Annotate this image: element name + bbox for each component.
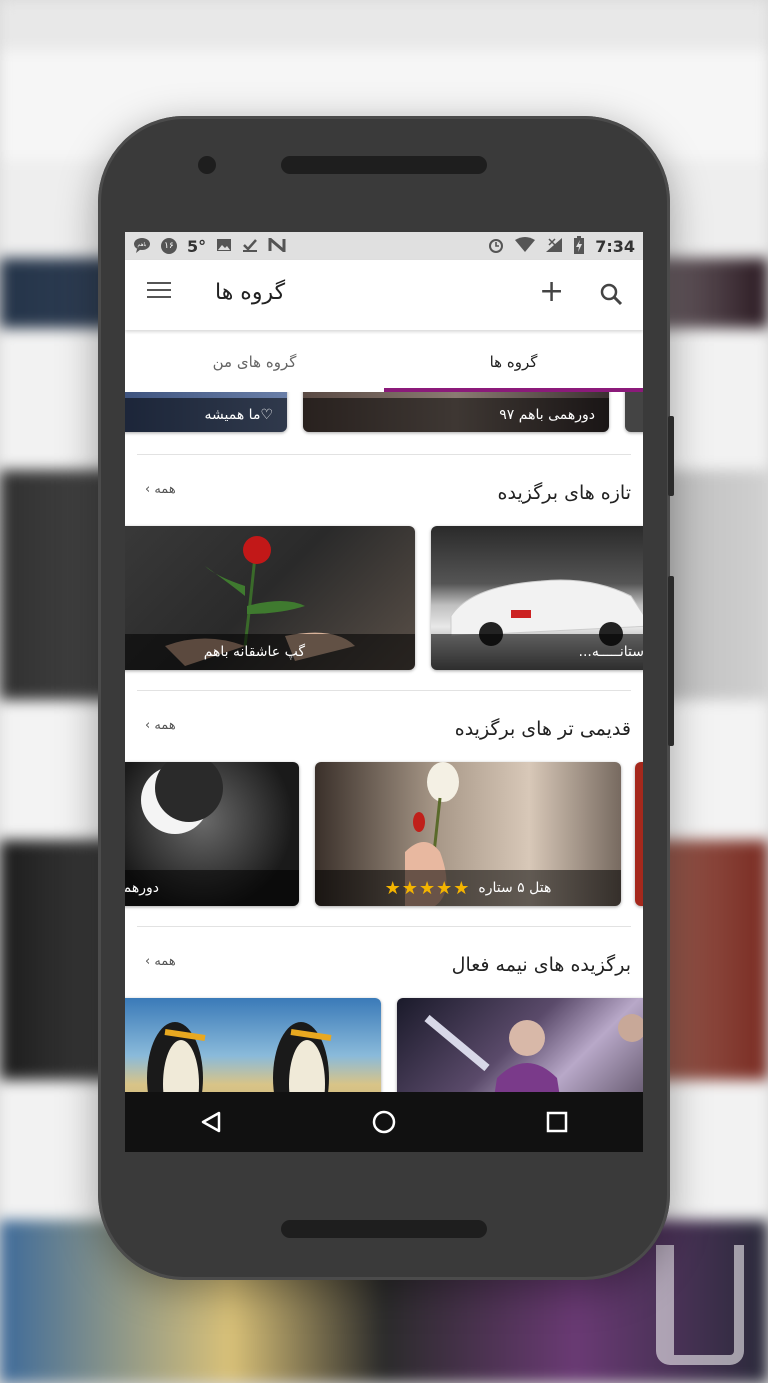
group-card[interactable] — [397, 998, 643, 1092]
tab-bar: گروه های من گروه ها — [125, 332, 643, 392]
penguins-image — [147, 1022, 332, 1092]
group-card-caption: دورهمی باهم ۹۷ — [303, 398, 609, 432]
section-title: قدیمی تر های برگزیده — [454, 718, 631, 740]
group-card-caption: دورهمی — [125, 870, 299, 906]
group-card[interactable]: دورهمی — [125, 762, 299, 906]
clock: 7:34 — [595, 236, 635, 256]
group-card[interactable]: ♡ما همیشه — [125, 392, 287, 432]
see-all-link[interactable]: همه › — [145, 482, 176, 497]
front-camera — [198, 156, 216, 174]
group-card-caption: دوستانـــــه... — [431, 634, 643, 670]
group-card-caption: هتل ۵ ستاره ★★★★★ — [315, 870, 621, 906]
rating-stars: ★★★★★ — [384, 877, 471, 899]
group-card-caption: گپ عاشقانه باهم — [125, 634, 415, 670]
group-card[interactable]: هتل ۵ ستاره ★★★★★ — [315, 762, 621, 906]
app-screen: باهم ۱۶ 5° 7:34 گروه ها + گروه های من گر… — [125, 232, 643, 1152]
tab-groups[interactable]: گروه ها — [384, 332, 643, 392]
hotel-caption: هتل ۵ ستاره — [478, 880, 552, 896]
status-bar: باهم ۱۶ 5° 7:34 — [125, 232, 643, 260]
page-title: گروه ها — [215, 280, 286, 305]
back-icon[interactable] — [191, 1102, 231, 1142]
tab-indicator — [384, 388, 643, 392]
groups-feed: دورهمی باهم ۹۷ ♡ما همیشه تازه های برگزید… — [125, 392, 643, 1092]
group-card[interactable] — [635, 762, 643, 906]
see-all-link[interactable]: همه › — [145, 954, 176, 969]
section-divider — [137, 926, 631, 927]
see-all-link[interactable]: همه › — [145, 718, 176, 733]
app-toolbar: گروه ها + — [125, 260, 643, 330]
group-card-caption: ♡ما همیشه — [125, 398, 287, 432]
volume-button — [668, 416, 674, 496]
group-card[interactable]: گپ عاشقانه باهم — [125, 526, 415, 670]
menu-icon[interactable] — [147, 282, 171, 300]
section-divider — [137, 690, 631, 691]
battery-charging-icon — [573, 235, 585, 257]
download-done-icon — [242, 238, 258, 255]
navigation-bar — [125, 1092, 643, 1152]
recents-icon[interactable] — [537, 1102, 577, 1142]
svg-text:باهم: باهم — [138, 242, 147, 248]
group-card[interactable]: دورهمی باهم ۹۷ — [303, 392, 609, 432]
power-button — [668, 576, 674, 746]
people-image — [424, 1014, 643, 1092]
image-icon — [216, 238, 232, 255]
group-card[interactable] — [625, 392, 643, 432]
app-store-logo — [656, 1245, 744, 1365]
section-title: برگزیده های نیمه فعال — [451, 954, 631, 976]
section-title: تازه های برگزیده — [497, 482, 631, 504]
temperature-label: 5° — [187, 236, 207, 256]
plus-icon[interactable]: + — [539, 274, 564, 309]
wifi-icon — [515, 236, 536, 256]
group-card[interactable]: دوستانـــــه... — [431, 526, 643, 670]
n-logo-icon — [268, 235, 286, 255]
bottom-speaker — [281, 1220, 487, 1238]
top-speaker — [281, 156, 487, 174]
home-icon[interactable] — [364, 1102, 404, 1142]
alarm-icon — [487, 236, 505, 257]
section-divider — [137, 454, 631, 455]
chat-notification-icon: باهم — [133, 237, 151, 256]
group-card[interactable] — [125, 998, 381, 1092]
search-icon[interactable] — [599, 282, 623, 306]
notification-badge: ۱۶ — [161, 238, 177, 254]
cell-signal-icon — [545, 237, 563, 256]
tab-my-groups[interactable]: گروه های من — [125, 332, 384, 392]
